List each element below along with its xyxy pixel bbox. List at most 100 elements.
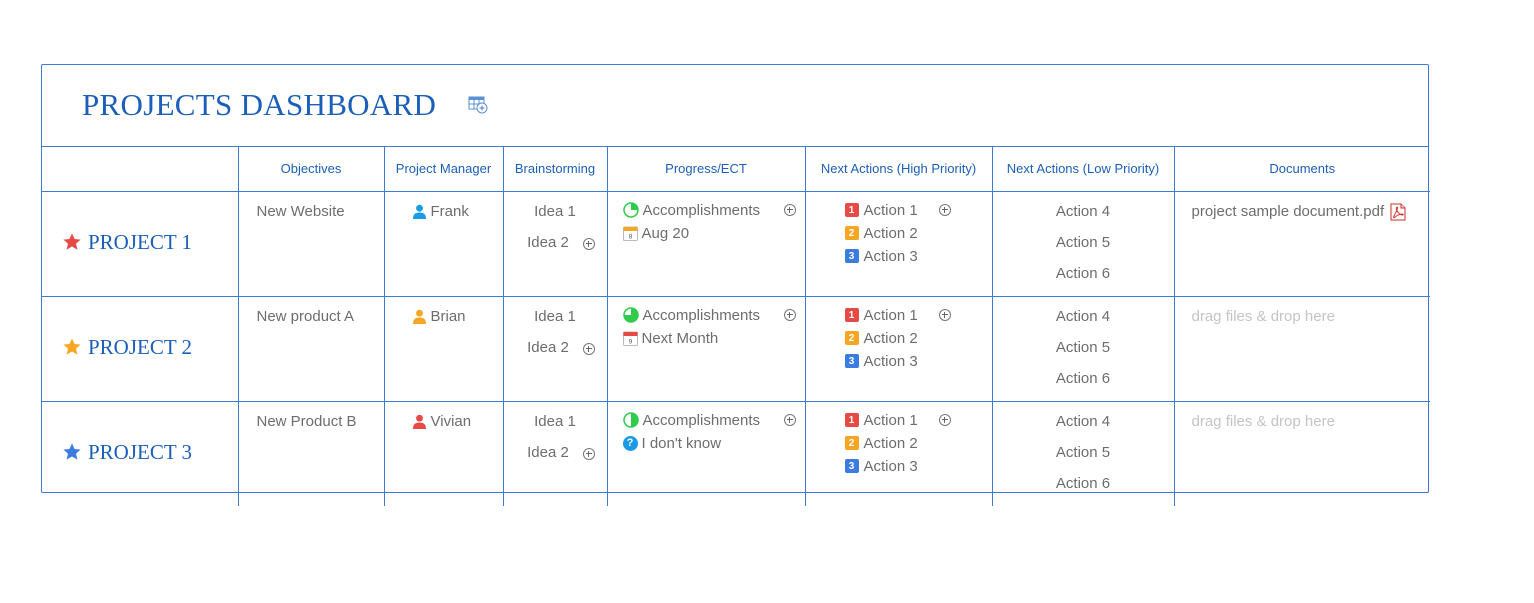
low-priority-action[interactable]: Action 4 [993,413,1174,444]
column-header-next-actions-low[interactable]: Next Actions (Low Priority) [992,147,1175,192]
project-row: PROJECT 2 New product A Brian Idea 1 Ide… [42,296,1431,402]
action-label: Action 3 [863,247,918,265]
brainstorming-cell[interactable]: Idea 1 Idea 2 [503,191,608,297]
documents-cell[interactable]: drag files & drop here [1174,401,1430,506]
action-label: Action 5 [1055,338,1111,356]
table-add-icon[interactable] [468,96,488,114]
priority-badge-3: 3 [844,354,859,368]
action-label: Action 5 [1055,443,1111,461]
project-row: PROJECT 3 New Product B Vivian Idea 1 Id… [42,401,1430,506]
projects-table: Objectives Project Manager Brainstorming… [42,147,1430,506]
priority-badge-2: 2 [844,331,859,345]
calendar-icon: 9 [622,331,638,346]
low-priority-action[interactable]: Action 6 [993,475,1174,506]
ect-item[interactable]: 9 Next Month [608,323,805,354]
high-priority-cell[interactable]: 1 Action 1 2 Action 2 3 Action 3 [805,401,993,506]
star-icon [63,233,81,250]
ect-label: Aug 20 [641,224,690,242]
project-name: PROJECT 2 [88,334,193,359]
add-action-icon[interactable] [938,203,951,216]
brainstorming-cell[interactable]: Idea 1 Idea 2 [503,401,608,506]
column-header-brainstorming[interactable]: Brainstorming [503,147,608,192]
high-priority-cell[interactable]: 1 Action 1 2 Action 2 3 Action 3 [805,296,993,402]
progress-cell[interactable]: Accomplishments 9 Next Month [607,296,806,402]
page-title: PROJECTS DASHBOARD [82,87,437,122]
objective-cell[interactable]: New Website [238,191,385,297]
add-idea-icon[interactable] [582,447,595,460]
idea-label: Idea 2 [527,338,569,356]
action-label: Action 2 [863,329,918,347]
high-priority-action[interactable]: 3 Action 3 [806,241,992,272]
star-icon [63,338,81,355]
objective-cell[interactable]: New product A [238,296,385,402]
calendar-day-label: 8 [628,233,632,240]
document-name[interactable]: project sample document.pdf [1192,203,1385,220]
project-manager-cell[interactable]: Brian [384,296,504,402]
document-drop-zone[interactable]: drag files & drop here [1175,402,1431,430]
low-priority-action[interactable]: Action 6 [993,370,1174,401]
progress-cell[interactable]: Accomplishments ? I don't know [607,401,806,506]
add-action-icon[interactable] [938,308,951,321]
calendar-day-label: 9 [628,338,632,345]
project-name: PROJECT 1 [88,229,193,254]
idea-item[interactable]: Idea 2 [504,444,607,475]
low-priority-action[interactable]: Action 6 [993,265,1174,296]
low-priority-cell[interactable]: Action 4 Action 5 Action 6 [992,401,1175,506]
add-progress-icon[interactable] [783,308,796,321]
column-header-progress-ect[interactable]: Progress/ECT [607,147,806,192]
project-label[interactable]: PROJECT 3 [62,440,192,465]
idea-item[interactable]: Idea 2 [504,234,607,265]
project-row: PROJECT 1 New Website Frank Idea 1 Idea … [42,191,1431,297]
ect-item[interactable]: ? I don't know [608,428,805,459]
manager-name: Brian [430,307,466,325]
idea-label: Idea 1 [534,202,576,220]
project-cell: PROJECT 2 [42,296,239,402]
idea-item[interactable]: Idea 1 [504,308,607,339]
action-label: Action 2 [863,434,918,452]
low-priority-cell[interactable]: Action 4 Action 5 Action 6 [992,191,1175,297]
manager-name: Vivian [430,412,472,430]
calendar-icon: 8 [622,226,638,241]
document-drop-zone[interactable]: drag files & drop here [1175,297,1431,325]
idea-item[interactable]: Idea 2 [504,339,607,370]
low-priority-action[interactable]: Action 4 [993,308,1174,339]
high-priority-cell[interactable]: 1 Action 1 2 Action 2 3 Action 3 [805,191,993,297]
objective-text: New Product B [256,412,357,430]
add-action-icon[interactable] [938,413,951,426]
low-priority-action[interactable]: Action 5 [993,234,1174,265]
column-header-project-manager[interactable]: Project Manager [384,147,504,192]
project-label[interactable]: PROJECT 1 [62,230,192,255]
idea-label: Idea 1 [534,412,576,430]
progress-label: Accomplishments [642,306,761,324]
column-header-documents[interactable]: Documents [1174,147,1430,192]
ect-label: Next Month [641,329,719,347]
project-manager-cell[interactable]: Vivian [384,401,504,506]
low-priority-action[interactable]: Action 5 [993,444,1174,475]
high-priority-action[interactable]: 3 Action 3 [806,346,992,377]
low-priority-cell[interactable]: Action 4 Action 5 Action 6 [992,296,1175,402]
progress-cell[interactable]: Accomplishments 8 Aug 20 [607,191,806,297]
column-header-next-actions-high[interactable]: Next Actions (High Priority) [805,147,993,192]
document-item[interactable]: project sample document.pdf [1175,192,1431,221]
low-priority-action[interactable]: Action 5 [993,339,1174,370]
add-progress-icon[interactable] [783,413,796,426]
low-priority-action[interactable]: Action 4 [993,203,1174,234]
add-idea-icon[interactable] [582,237,595,250]
documents-cell[interactable]: project sample document.pdf [1174,191,1431,297]
objective-cell[interactable]: New Product B [238,401,385,506]
column-header-objectives[interactable]: Objectives [238,147,385,192]
add-progress-icon[interactable] [783,203,796,216]
brainstorming-cell[interactable]: Idea 1 Idea 2 [503,296,608,402]
ect-item[interactable]: 8 Aug 20 [608,218,805,249]
priority-badge-1: 1 [844,308,859,322]
idea-item[interactable]: Idea 1 [504,203,607,234]
add-idea-icon[interactable] [582,342,595,355]
project-manager-cell[interactable]: Frank [384,191,504,297]
high-priority-action[interactable]: 3 Action 3 [806,451,992,482]
priority-badge-1: 1 [844,203,859,217]
idea-item[interactable]: Idea 1 [504,413,607,444]
project-label[interactable]: PROJECT 2 [62,335,192,360]
documents-cell[interactable]: drag files & drop here [1174,296,1431,402]
action-label: Action 2 [863,224,918,242]
action-label: Action 5 [1055,233,1111,251]
